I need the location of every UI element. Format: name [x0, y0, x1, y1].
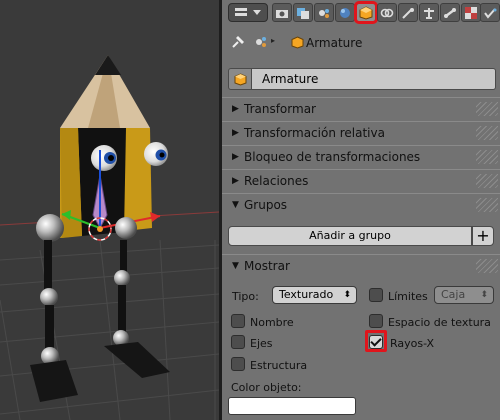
espacio-textura-label: Espacio de textura: [388, 316, 491, 329]
object-data-icon[interactable]: [228, 68, 252, 90]
drag-handle-icon[interactable]: [476, 174, 498, 188]
world-icon[interactable]: [335, 3, 355, 22]
section-title: Transformar: [244, 102, 316, 116]
bone-icon[interactable]: [440, 3, 460, 22]
section-bloqueo-transformaciones[interactable]: ▶ Bloqueo de transformaciones: [222, 145, 500, 169]
add-to-group-button[interactable]: Añadir a grupo: [228, 226, 472, 246]
collapsed-triangle-icon: ▶: [232, 128, 239, 138]
particles-icon[interactable]: [480, 3, 500, 22]
nombre-label: Nombre: [250, 316, 294, 329]
viewport-scene: [0, 55, 219, 420]
limites-checkbox[interactable]: [369, 288, 383, 302]
color-objeto-label: Color objeto:: [231, 381, 302, 394]
rayos-x-checkbox[interactable]: [369, 335, 383, 349]
object-name-field[interactable]: Armature: [252, 68, 496, 90]
tipo-dropdown[interactable]: Texturado ⬍: [272, 286, 357, 304]
limites-dropdown[interactable]: Caja ⬍: [434, 286, 494, 304]
collapsed-triangle-icon: ▶: [232, 104, 239, 114]
add-group-plus-button[interactable]: +: [472, 226, 494, 246]
updown-arrows-icon: ⬍: [480, 290, 488, 300]
3d-viewport[interactable]: [0, 0, 219, 420]
breadcrumb-object-label: Armature: [306, 36, 363, 50]
drag-handle-icon[interactable]: [476, 150, 498, 164]
section-title: Relaciones: [244, 174, 309, 188]
left-knee: [40, 288, 58, 306]
pin-icon[interactable]: [230, 34, 246, 53]
nombre-checkbox[interactable]: [231, 314, 245, 328]
estructura-label: Estructura: [250, 359, 308, 372]
rayos-x-label: Rayos-X: [390, 337, 435, 350]
drag-handle-icon[interactable]: [476, 102, 498, 116]
section-transformacion-relativa[interactable]: ▶ Transformación relativa: [222, 121, 500, 145]
context-tabs: [222, 0, 500, 26]
render-layers-icon[interactable]: [293, 3, 313, 22]
expanded-triangle-icon: ▼: [232, 261, 239, 271]
right-knee: [114, 270, 130, 286]
section-title: Grupos: [244, 198, 288, 212]
ejes-label: Ejes: [250, 337, 273, 350]
object-name-row: Armature: [228, 68, 496, 90]
section-title: Bloqueo de transformaciones: [244, 150, 421, 164]
expanded-triangle-icon: ▼: [232, 200, 239, 210]
tipo-label: Tipo:: [232, 290, 259, 303]
scene-icon: [254, 35, 268, 52]
right-hip: [115, 217, 137, 239]
constraints-icon[interactable]: [377, 3, 397, 22]
updown-arrows-icon: ⬍: [343, 290, 351, 300]
floor-grid: [0, 239, 219, 420]
section-grupos[interactable]: ▼ Grupos: [222, 193, 500, 217]
properties-panel: ▸ Armature Armature ▶ Transformar ▶ Tran…: [222, 0, 500, 420]
editor-type-button[interactable]: [228, 3, 268, 22]
section-transformar[interactable]: ▶ Transformar: [222, 97, 500, 121]
chevron-right-icon: ▸: [271, 36, 276, 45]
ejes-checkbox[interactable]: [231, 335, 245, 349]
collapsed-triangle-icon: ▶: [232, 152, 239, 162]
pencil-lead: [95, 55, 121, 75]
estructura-checkbox[interactable]: [231, 357, 245, 371]
section-title: Mostrar: [244, 259, 290, 273]
scene-icon[interactable]: [314, 3, 334, 22]
drag-handle-icon[interactable]: [476, 198, 498, 212]
espacio-textura-checkbox[interactable]: [369, 314, 383, 328]
object-color-field[interactable]: [228, 397, 356, 415]
section-mostrar[interactable]: ▼ Mostrar: [222, 254, 500, 278]
left-foot: [30, 360, 78, 402]
drag-handle-icon[interactable]: [476, 259, 498, 273]
object-icon[interactable]: [354, 1, 378, 24]
left-hip: [36, 214, 64, 242]
tipo-value: Texturado: [279, 288, 334, 301]
limites-label: Límites: [388, 290, 428, 303]
section-relaciones[interactable]: ▶ Relaciones: [222, 169, 500, 193]
breadcrumb: ▸ Armature: [222, 30, 500, 56]
modifiers-icon[interactable]: [398, 3, 418, 22]
collapsed-triangle-icon: ▶: [232, 176, 239, 186]
drag-handle-icon[interactable]: [476, 126, 498, 140]
object-icon: [291, 36, 304, 52]
editor-menu-icon: [235, 8, 261, 16]
limites-value: Caja: [441, 288, 466, 301]
texture-icon[interactable]: [461, 3, 481, 22]
data-icon[interactable]: [419, 3, 439, 22]
section-title: Transformación relativa: [244, 126, 385, 140]
render-icon[interactable]: [272, 3, 292, 22]
